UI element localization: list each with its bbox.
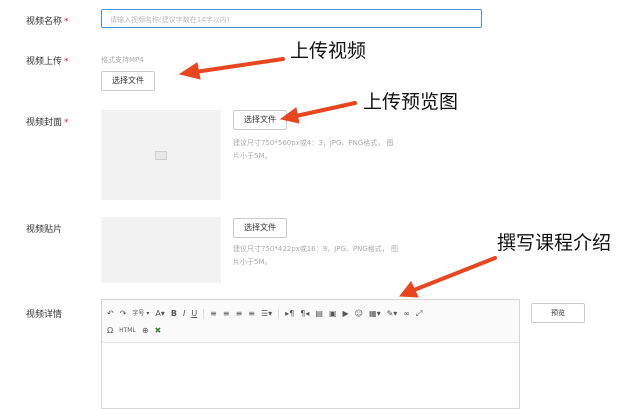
italic-icon[interactable]: I: [183, 308, 185, 320]
toolbar-row-2: Ω HTML ⊕ ✖: [107, 324, 167, 338]
align-center-icon[interactable]: ≡: [223, 308, 230, 320]
editor-toolbar: ↶ ↷ 字号 ▾ A▾ B I U ≡ ≡ ≡ ≡ ☰▾ ▸¶ ¶◂ ▤ ▣ ▶…: [102, 300, 519, 343]
rich-text-editor[interactable]: ↶ ↷ 字号 ▾ A▾ B I U ≡ ≡ ≡ ≡ ☰▾ ▸¶ ¶◂ ▤ ▣ ▶…: [101, 299, 520, 409]
redo-icon[interactable]: ↷: [120, 308, 127, 320]
fullscreen-icon[interactable]: ⤢: [416, 308, 422, 320]
html-source-icon[interactable]: HTML: [119, 325, 136, 337]
video-upload-label: 视频上传 *: [26, 57, 69, 67]
annotation-write-intro: 撰写课程介绍: [497, 232, 612, 254]
upload-file-button[interactable]: 选择文件: [101, 71, 155, 91]
cover-file-button[interactable]: 选择文件: [233, 110, 287, 130]
toolbar-row-1: ↶ ↷ 字号 ▾ A▾ B I U ≡ ≡ ≡ ≡ ☰▾ ▸¶ ¶◂ ▤ ▣ ▶…: [107, 307, 428, 321]
upload-format-hint: 格式支持MP4: [101, 56, 144, 64]
preview-button[interactable]: 预览: [531, 303, 585, 323]
bold-icon[interactable]: B: [171, 308, 177, 320]
undo-icon[interactable]: ↶: [107, 308, 114, 320]
line-height-icon[interactable]: ☰▾: [261, 308, 272, 320]
ltr-icon[interactable]: ▸¶: [285, 308, 294, 320]
underline-icon[interactable]: U: [191, 308, 197, 320]
annotation-upload-cover: 上传预览图: [363, 91, 459, 113]
video-cover-label: 视频封面 *: [26, 118, 69, 128]
emoji-icon[interactable]: ☺: [355, 308, 363, 320]
brush-icon[interactable]: ✎▾: [387, 308, 398, 320]
cover-hint: 建议尺寸750*560px或4：3，JPG、PNG格式， 图 片小于5M。: [233, 139, 394, 160]
arrow-write-intro-head: [399, 281, 419, 298]
link-icon[interactable]: ∞: [403, 308, 410, 320]
arrow-upload-cover: [294, 101, 357, 118]
cover-thumbnail-placeholder: [101, 110, 221, 200]
font-size-dropdown[interactable]: 字号 ▾: [132, 308, 149, 320]
video-details-label: 视频详情: [26, 310, 63, 320]
rtl-icon[interactable]: ¶◂: [300, 308, 309, 320]
patch-hint: 建议尺寸750*422px或16：9，JPG、PNG格式， 图 片小于5M。: [233, 245, 398, 266]
video-name-label: 视频名称 *: [26, 17, 69, 27]
align-left-icon[interactable]: ≡: [210, 308, 217, 320]
insert-image-dropdown[interactable]: ▦▾: [369, 308, 381, 320]
patch-file-button[interactable]: 选择文件: [233, 218, 287, 238]
toolbar-separator: [278, 309, 280, 319]
patch-thumbnail-placeholder: [101, 217, 221, 283]
align-right-icon[interactable]: ≡: [236, 308, 243, 320]
search-replace-icon[interactable]: ⊕: [142, 325, 149, 337]
paragraph-icon[interactable]: ▤: [315, 308, 323, 320]
toolbar-separator: [203, 309, 205, 319]
video-patch-label: 视频贴片: [26, 225, 63, 235]
video-name-input[interactable]: 请输入视频名称(建议字数在14字以内): [101, 9, 482, 28]
annotation-upload-video: 上传视频: [290, 40, 367, 62]
video-icon[interactable]: ▶: [343, 308, 349, 320]
font-color-icon[interactable]: A▾: [155, 308, 165, 320]
align-justify-icon[interactable]: ≡: [248, 308, 255, 320]
arrow-upload-video-head: [178, 62, 201, 80]
image-icon[interactable]: ▣: [329, 308, 337, 320]
clear-format-icon[interactable]: ✖: [155, 325, 162, 337]
special-char-icon[interactable]: Ω: [107, 325, 113, 337]
arrow-upload-video: [193, 57, 285, 74]
image-placeholder-icon: [155, 151, 167, 160]
arrow-write-intro: [412, 256, 497, 292]
